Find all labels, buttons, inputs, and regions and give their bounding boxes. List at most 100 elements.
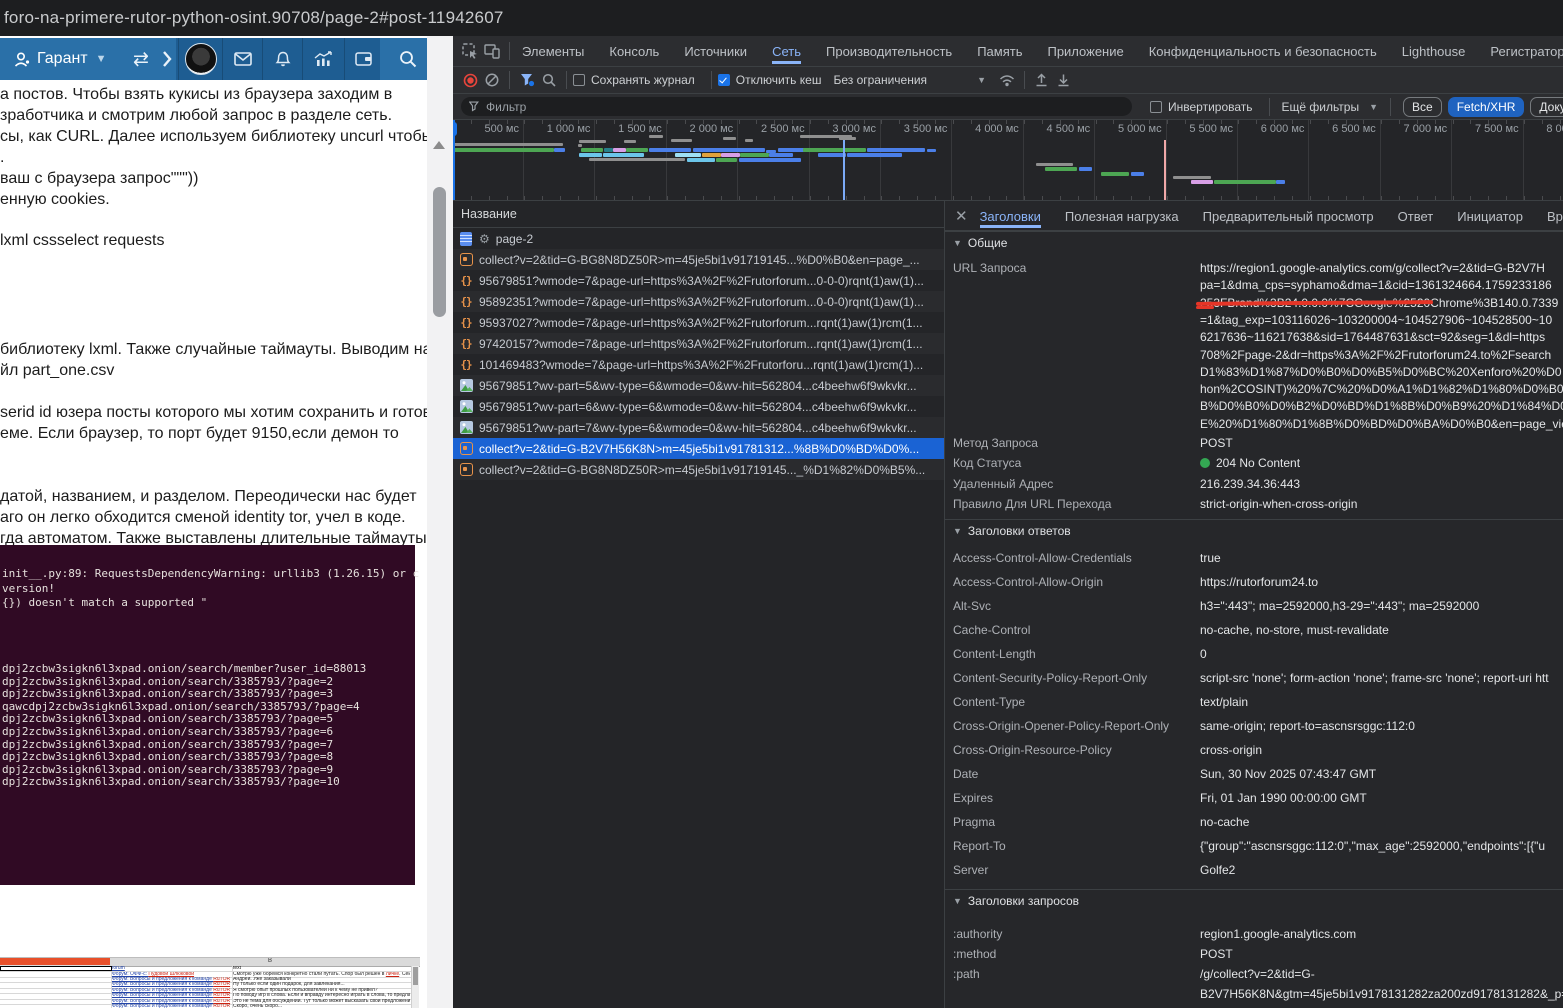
request-row[interactable]: 95679851?wv-part=6&wv-type=6&wmode=0&wv-… <box>453 396 944 417</box>
ruler-tick <box>1524 196 1525 200</box>
request-row[interactable]: {}101469483?wmode=7&page-url=https%3A%2F… <box>453 354 944 375</box>
sheet-scrollbar[interactable] <box>411 966 419 1008</box>
sheet-selected-cell[interactable] <box>0 966 112 971</box>
devtools-tab-производительность[interactable]: Производительность <box>826 38 952 64</box>
ruler-tick <box>1470 196 1471 200</box>
expand-button[interactable] <box>156 38 178 80</box>
ruler-tick <box>917 120 918 124</box>
request-row[interactable]: collect?v=2&tid=G-B2V7H56K8N>m=45je5bi1v… <box>453 438 944 459</box>
scrollbar-up-arrow[interactable] <box>433 141 445 149</box>
request-row[interactable]: {}95937027?wmode=7&page-url=https%3A%2F%… <box>453 312 944 333</box>
device-toolbar-button[interactable] <box>481 41 503 61</box>
swap-arrows-button[interactable]: ⇄ <box>126 38 156 80</box>
network-overview-timeline[interactable]: 500 мс1 000 мс1 500 мс2 000 мс2 500 мс3 … <box>453 120 1563 201</box>
clear-button[interactable] <box>481 70 503 90</box>
ruler-tick <box>881 196 882 200</box>
request-row[interactable]: 95679851?wv-part=7&wv-type=6&wmode=0&wv-… <box>453 417 944 438</box>
details-tab-предварительный-просмотр[interactable]: Предварительный просмотр <box>1203 203 1374 228</box>
account-menu[interactable]: Гарант ▼ <box>14 38 107 80</box>
waterfall-bar <box>626 148 648 152</box>
filter-toggle-button[interactable] <box>516 70 538 90</box>
request-header-value: /g/collect?v=2&tid=G- <box>1200 967 1563 981</box>
details-tab-полезная-нагрузка[interactable]: Полезная нагрузка <box>1065 203 1179 228</box>
inspect-element-button[interactable] <box>459 41 481 61</box>
invert-checkbox[interactable] <box>1150 101 1162 113</box>
messages-button[interactable] <box>224 38 262 80</box>
devtools-tab-регистратор[interactable]: Регистратор <box>1490 38 1563 64</box>
network-conditions-button[interactable] <box>996 70 1018 90</box>
request-row[interactable]: {}95679851?wmode=7&page-url=https%3A%2F%… <box>453 270 944 291</box>
request-name: 95679851?wv-part=6&wv-type=6&wmode=0&wv-… <box>479 400 917 414</box>
stats-button[interactable] <box>304 38 344 80</box>
waterfall-bar <box>716 158 737 162</box>
request-row[interactable]: ⚙page-2 <box>453 228 944 249</box>
ruler-label: 6 000 мс <box>1238 123 1304 135</box>
user-avatar-button[interactable] <box>180 38 222 80</box>
devtools-tab-lighthouse[interactable]: Lighthouse <box>1402 38 1466 64</box>
request-row[interactable]: 95679851?wv-part=5&wv-type=6&wmode=0&wv-… <box>453 375 944 396</box>
wallet-button[interactable] <box>346 38 380 80</box>
scrollbar-thumb[interactable] <box>433 187 446 317</box>
overview-left-handle-knob[interactable] <box>453 122 457 136</box>
throttling-select[interactable]: Без ограничения <box>833 73 927 87</box>
details-tab-заголовки[interactable]: Заголовки <box>980 203 1041 228</box>
filter-chip-fetch/xhr[interactable]: Fetch/XHR <box>1448 97 1525 117</box>
devtools-tab-конфиденциальность и безопасность[interactable]: Конфиденциальность и безопасность <box>1149 38 1377 64</box>
request-row[interactable]: collect?v=2&tid=G-BG8N8DZ50R>m=45je5bi1v… <box>453 459 944 480</box>
filter-chip-все[interactable]: Все <box>1403 97 1442 117</box>
ruler-tick <box>667 196 668 200</box>
waterfall-bar <box>927 149 936 152</box>
request-row[interactable]: collect?v=2&tid=G-BG8N8DZ50R>m=45je5bi1v… <box>453 249 944 270</box>
disable-cache-checkbox[interactable] <box>718 74 730 86</box>
request-header-name: :method <box>953 947 1193 961</box>
request-name: collect?v=2&tid=G-BG8N8DZ50R>m=45je5bi1v… <box>479 463 925 477</box>
filter-input[interactable]: Фильтр <box>461 97 1132 116</box>
devtools-tab-сеть[interactable]: Сеть <box>772 38 801 64</box>
forum-column-link[interactable]: forum <box>112 966 125 971</box>
section-general[interactable]: ▼Общие <box>945 231 1563 253</box>
browser-scrollbar[interactable] <box>427 36 453 1008</box>
devtools-tab-источники[interactable]: Источники <box>684 38 747 64</box>
waterfall-bar <box>649 148 691 152</box>
stats-icon <box>314 51 334 67</box>
status-code-value: 204 No Content <box>1200 456 1563 470</box>
alerts-button[interactable] <box>264 38 302 80</box>
request-header-name: :path <box>953 967 1193 981</box>
request-row[interactable]: {}95892351?wmode=7&page-url=https%3A%2F%… <box>453 291 944 312</box>
more-filters-dropdown[interactable]: Ещё фильтры <box>1282 100 1360 114</box>
search-icon <box>542 73 556 87</box>
ruler-label: 3 500 мс <box>881 123 947 135</box>
devtools-tab-консоль[interactable]: Консоль <box>609 38 659 64</box>
details-tab-время[interactable]: Время <box>1547 203 1563 228</box>
ruler-tick <box>792 120 793 124</box>
import-har-button[interactable] <box>1031 70 1053 90</box>
record-button[interactable] <box>459 70 481 90</box>
response-header-name: Report-To <box>953 839 1193 853</box>
close-details-button[interactable]: ✕ <box>955 207 968 225</box>
search-button[interactable] <box>388 38 427 80</box>
response-header-value: script-src 'none'; form-action 'none'; f… <box>1200 671 1563 685</box>
devtools-tab-элементы[interactable]: Элементы <box>522 38 584 64</box>
section-response-headers[interactable]: ▼Заголовки ответов <box>945 519 1563 541</box>
preserve-log-checkbox[interactable] <box>573 74 585 86</box>
waterfall-bar <box>603 153 644 157</box>
devtools-tab-память[interactable]: Память <box>977 38 1022 64</box>
details-tab-ответ[interactable]: Ответ <box>1398 203 1434 228</box>
waterfall-bar <box>671 139 692 142</box>
ruler-tick <box>1256 196 1257 200</box>
ruler-tick <box>756 120 757 124</box>
details-tabbar: ✕ Заголовки Полезная нагрузка Предваритель… <box>945 201 1563 231</box>
sheet-scrollbar-thumb[interactable] <box>413 967 418 985</box>
disable-cache-label: Отключить кеш <box>736 73 822 87</box>
requests-name-column-header[interactable]: Название <box>453 201 944 228</box>
section-request-headers[interactable]: ▼Заголовки запросов <box>945 889 1563 911</box>
request-row[interactable]: {}97420157?wmode=7&page-url=https%3A%2F%… <box>453 333 944 354</box>
network-search-button[interactable] <box>538 70 560 90</box>
devtools-tab-приложение[interactable]: Приложение <box>1047 38 1123 64</box>
terminal-url-line: dpj2zcbw3sigkn6l3xpad.onion/search/33857… <box>2 738 333 751</box>
request-name: 95679851?wmode=7&page-url=https%3A%2F%2F… <box>479 274 924 288</box>
filter-chip-документ[interactable]: Документ <box>1530 97 1563 117</box>
waterfall-bar <box>769 153 793 157</box>
details-tab-инициатор[interactable]: Инициатор <box>1457 203 1523 228</box>
export-har-button[interactable] <box>1053 70 1075 90</box>
